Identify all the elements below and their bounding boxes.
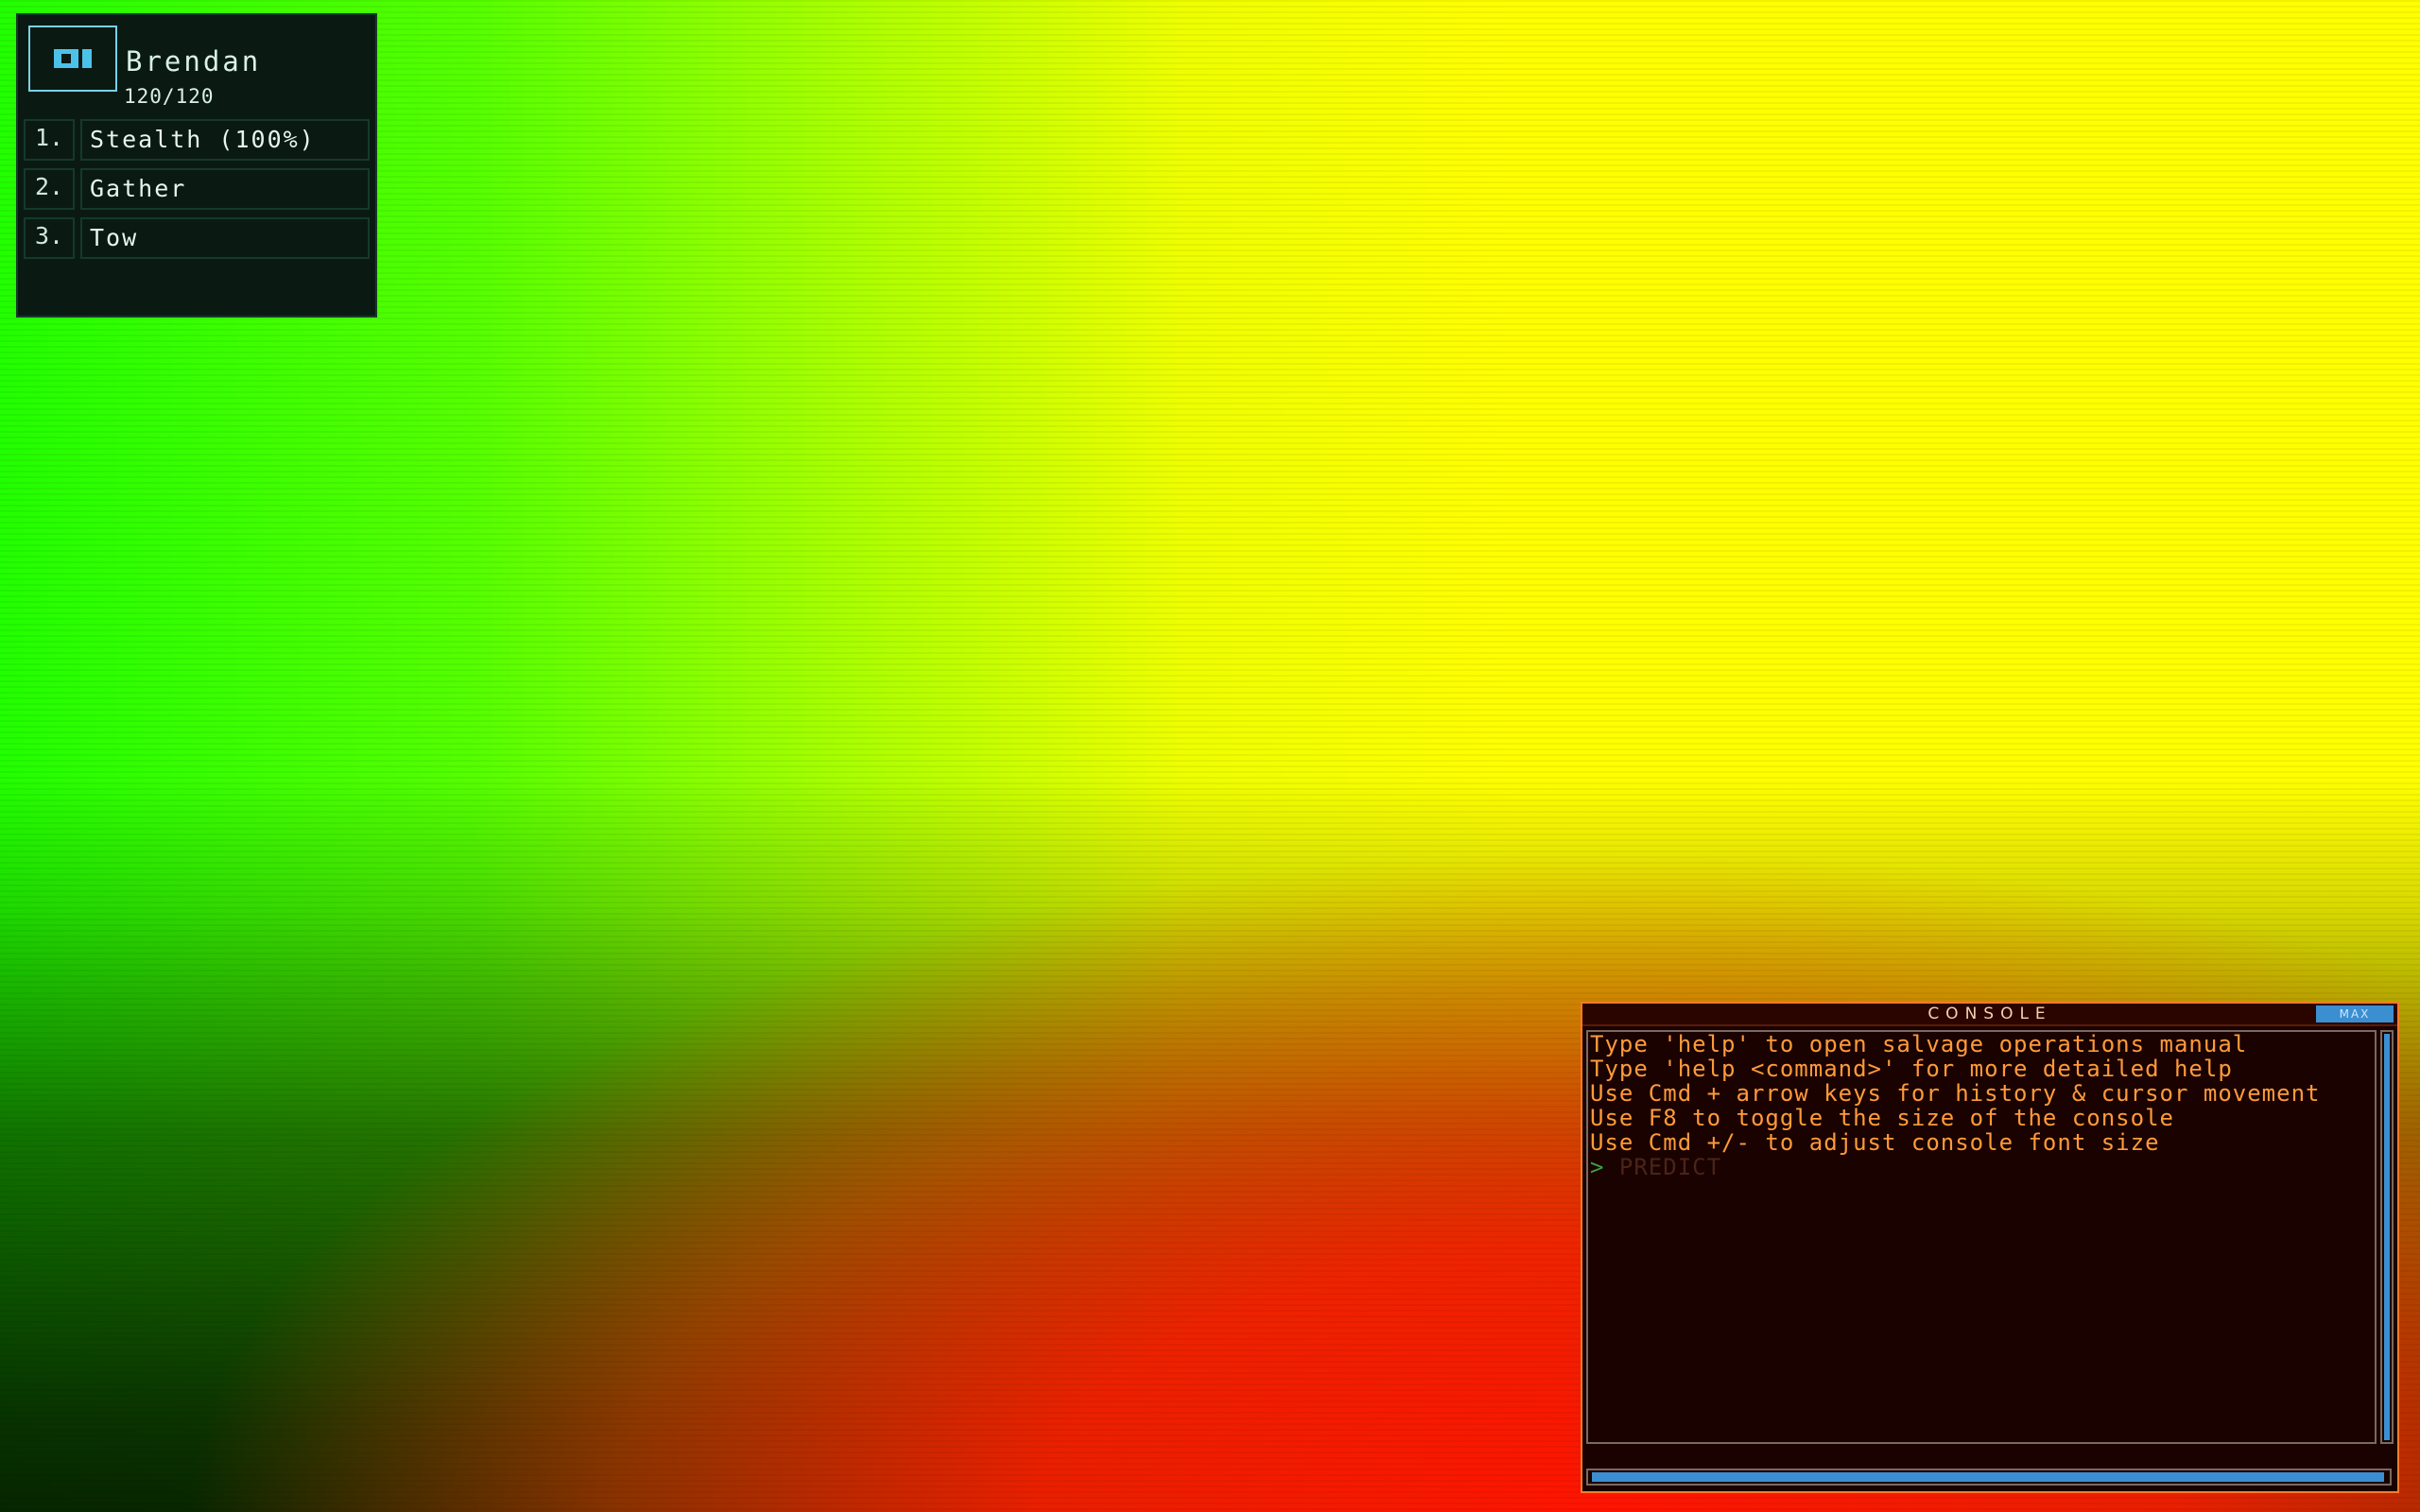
console-scroll-thumb[interactable] — [2384, 1034, 2390, 1440]
console-titlebar[interactable]: CONSOLE MAX — [1582, 1004, 2397, 1026]
console-line: Type 'help <command>' for more detailed … — [1590, 1056, 2233, 1082]
command-label: Stealth (100%) — [80, 119, 370, 161]
console-input-fill — [1592, 1472, 2384, 1482]
console-title: CONSOLE — [1927, 1005, 2052, 1023]
drone-command-gather[interactable]: 2. Gather — [24, 168, 370, 210]
console-scrollbar[interactable] — [2380, 1030, 2394, 1444]
drone-status-panel: Brendan 120/120 1. Stealth (100%) 2. Gat… — [16, 13, 377, 318]
prompt-suggestion: PREDICT — [1618, 1154, 1722, 1180]
command-number: 3. — [24, 217, 75, 259]
console-output[interactable]: Type 'help' to open salvage operations m… — [1586, 1030, 2377, 1444]
command-label: Gather — [80, 168, 370, 210]
console-max-button[interactable]: MAX — [2316, 1005, 2394, 1022]
console-line: Use F8 to toggle the size of the console — [1590, 1105, 2174, 1131]
console-line: Use Cmd +/- to adjust console font size — [1590, 1129, 2160, 1156]
drone-name: Brendan — [126, 45, 262, 77]
drone-health: 120/120 — [124, 85, 215, 108]
console-line: Use Cmd + arrow keys for history & curso… — [1590, 1080, 2321, 1107]
command-number: 1. — [24, 119, 75, 161]
command-number: 2. — [24, 168, 75, 210]
command-label: Tow — [80, 217, 370, 259]
drone-id-badge[interactable] — [28, 26, 117, 92]
console-input-bar[interactable] — [1586, 1469, 2392, 1486]
console-prompt-line[interactable]: > PREDICT — [1590, 1155, 2375, 1179]
drone-command-tow[interactable]: 3. Tow — [24, 217, 370, 259]
prompt-caret-icon: > — [1590, 1154, 1605, 1180]
drone-command-stealth[interactable]: 1. Stealth (100%) — [24, 119, 370, 161]
drone-id-icon — [54, 49, 92, 68]
console-window: CONSOLE MAX Type 'help' to open salvage … — [1581, 1002, 2399, 1493]
console-line: Type 'help' to open salvage operations m… — [1590, 1031, 2248, 1057]
